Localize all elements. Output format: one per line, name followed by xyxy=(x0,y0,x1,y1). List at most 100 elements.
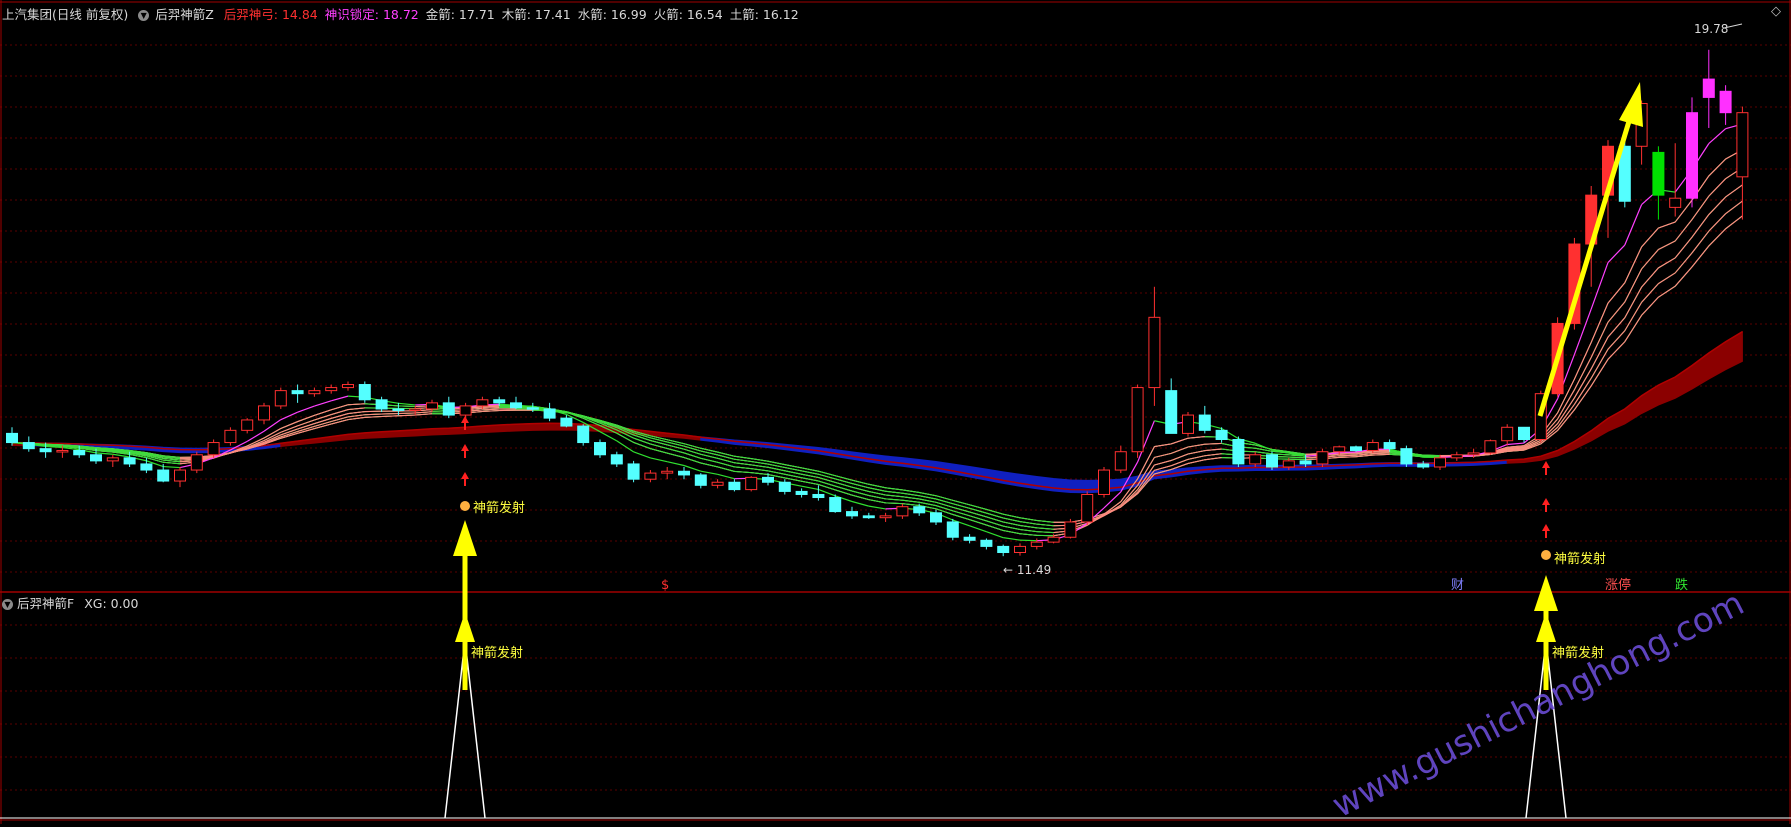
candle-body xyxy=(527,408,538,410)
indicator-values: 后羿神弓: 14.84神识锁定: 18.72金箭: 17.71木箭: 17.41… xyxy=(224,7,806,22)
fast-line-segment xyxy=(970,526,987,532)
ribbon-segment xyxy=(1709,159,1726,176)
fast-line-segment xyxy=(314,401,331,406)
signal-arrow-head xyxy=(1534,575,1558,611)
fast-line-segment xyxy=(1020,540,1037,541)
ribbon-line-red xyxy=(12,168,1742,533)
candle-body xyxy=(863,516,874,518)
chevron-down-icon[interactable]: ▼ xyxy=(138,10,149,21)
candle-body xyxy=(40,449,51,452)
candle-body xyxy=(1334,447,1345,452)
ribbon-segment xyxy=(415,414,432,415)
ribbon-segment xyxy=(684,457,701,463)
fast-line-segment xyxy=(398,403,415,405)
corner-diamond-icon[interactable]: ◇ xyxy=(1771,4,1781,19)
ribbon-segment xyxy=(348,417,365,419)
ribbon-segment xyxy=(751,462,768,465)
cai-marker: 财 xyxy=(1451,578,1464,593)
candle-body xyxy=(1233,440,1244,464)
ribbon-segment xyxy=(1154,453,1171,457)
fast-line-segment xyxy=(986,532,1003,538)
ribbon-segment xyxy=(1003,530,1020,533)
candle-body xyxy=(796,491,807,494)
ribbon-segment xyxy=(1171,438,1188,444)
ribbon-segment xyxy=(902,500,919,502)
candle-body xyxy=(847,512,858,516)
ribbon-segment xyxy=(398,413,415,414)
fast-line-segment xyxy=(247,431,264,441)
ribbon-segment xyxy=(1625,247,1642,283)
candle-body xyxy=(477,400,488,406)
chevron-down-icon[interactable]: ▼ xyxy=(2,599,13,610)
ribbon-segment xyxy=(1658,286,1675,297)
candle-body xyxy=(1401,449,1412,464)
ribbon-segment xyxy=(1188,460,1205,464)
ribbon-segment xyxy=(1037,532,1054,533)
ribbon-segment xyxy=(734,467,751,469)
xg-value: 0.00 xyxy=(111,596,139,611)
candle-body xyxy=(7,433,18,442)
ribbon-segment xyxy=(348,412,365,414)
fast-line-segment xyxy=(667,462,684,466)
sub-indicator-name[interactable]: 后羿神箭F xyxy=(17,596,74,611)
ribbon-segment xyxy=(1339,454,1356,455)
ribbon-segment xyxy=(482,409,499,410)
candle-body xyxy=(1149,317,1160,387)
ribbon-segment xyxy=(331,405,348,410)
ribbon-segment xyxy=(802,481,819,484)
indicator-name[interactable]: 后羿神箭Z xyxy=(155,7,214,22)
indicator-lines xyxy=(12,124,1742,541)
ribbon-segment xyxy=(1675,237,1692,258)
candle-body xyxy=(1502,427,1513,440)
ribbon-segment xyxy=(1020,518,1037,521)
ribbon-segment xyxy=(852,487,869,491)
ribbon-segment xyxy=(1188,444,1205,447)
sub-signal-label: 神箭发射 xyxy=(471,645,523,661)
ribbon-segment xyxy=(1726,185,1743,197)
ribbon-segment xyxy=(1339,455,1356,456)
ribbon-segment xyxy=(1037,520,1054,522)
ribbon-segment xyxy=(785,468,802,471)
fast-line-segment xyxy=(1003,538,1020,541)
zhangting-marker: 涨停 xyxy=(1605,577,1631,593)
candle-body xyxy=(544,409,555,418)
ribbon-segment xyxy=(1373,453,1390,454)
indicator-field: 土箭: 16.12 xyxy=(730,7,799,22)
fast-line-segment xyxy=(113,454,130,457)
ribbon-segment xyxy=(1675,220,1692,241)
ribbon-segment xyxy=(751,473,768,475)
candle-body xyxy=(326,388,337,391)
fast-line-segment xyxy=(1591,263,1608,309)
fast-line-segment xyxy=(1709,129,1726,144)
ribbon-segment xyxy=(348,408,365,410)
candle-body xyxy=(1351,447,1362,451)
candle-body xyxy=(1183,415,1194,433)
candle-body xyxy=(1687,113,1698,199)
ribbon-segment xyxy=(1726,216,1743,229)
stock-title[interactable]: 上汽集团(日线 前复权) xyxy=(2,7,128,22)
candle-body xyxy=(695,475,706,485)
ribbon-segment xyxy=(902,497,919,499)
fast-line-segment xyxy=(869,506,886,509)
ribbon-segment xyxy=(785,478,802,481)
ribbon-segment xyxy=(1154,444,1171,447)
candle-body xyxy=(897,507,908,516)
candle-body xyxy=(964,537,975,540)
max-price-label: 19.78 xyxy=(1694,22,1728,36)
candle-body xyxy=(645,473,656,479)
ribbon-segment xyxy=(667,449,684,453)
ribbon-segment xyxy=(1574,378,1591,404)
ribbon-segment xyxy=(264,437,281,444)
ribbon-segment xyxy=(1574,386,1591,410)
stock-chart[interactable]: 神箭发射神箭发射 神箭发射神箭发射19.78← 11.49$财涨停跌 www.g… xyxy=(0,0,1791,824)
trend-arrow-head xyxy=(1619,82,1643,127)
ribbon-segment xyxy=(1003,518,1020,522)
small-up-arrow-head xyxy=(1542,498,1550,505)
fast-line-segment xyxy=(298,406,315,412)
ribbon-segment xyxy=(852,491,869,495)
candle-body xyxy=(427,403,438,409)
candle-body xyxy=(1468,453,1479,455)
ribbon-segment xyxy=(718,462,735,467)
ribbon-segment xyxy=(886,503,903,504)
fast-line-segment xyxy=(634,452,651,458)
